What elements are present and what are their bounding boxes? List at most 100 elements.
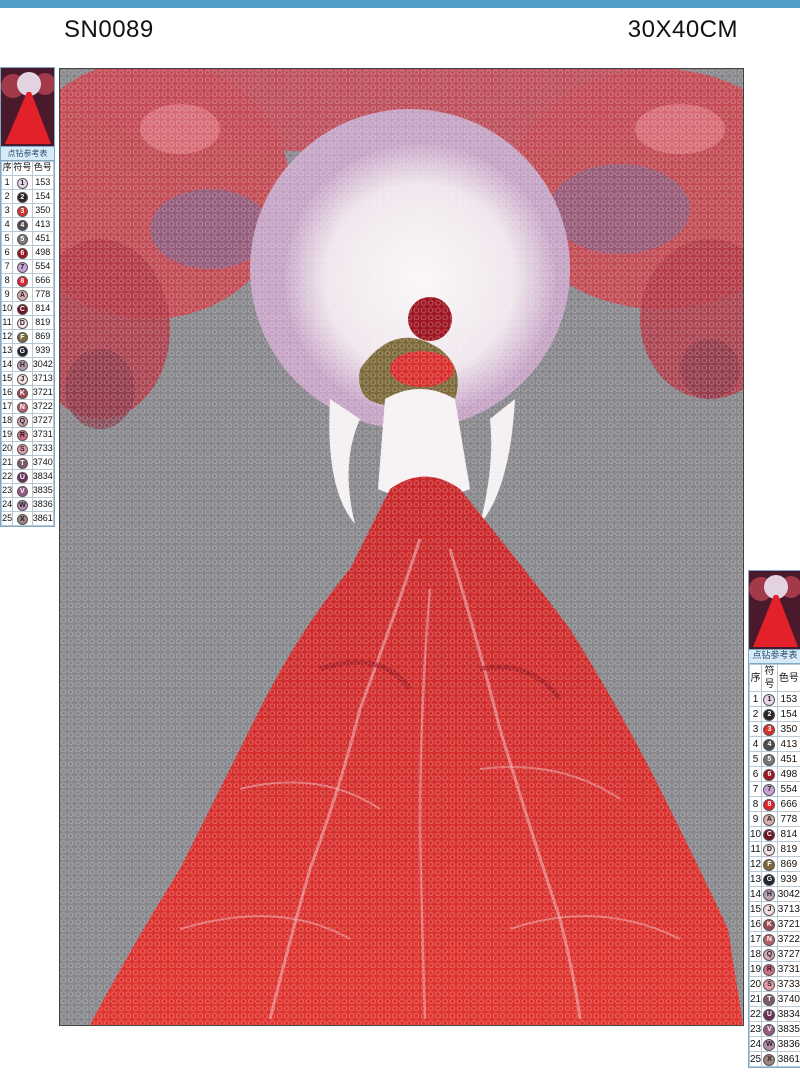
legend-rows: 1 1 153 2 2 154 3 3 350 4 4 413 5 5 451 6 6 498 7 7 554 8 8 666…: [0, 174, 55, 526]
legend-row-number: 24: [748, 1036, 763, 1052]
legend-symbol-cell: D: [12, 314, 33, 330]
legend-row-number: 2: [0, 188, 14, 204]
legend-symbol-cell: 8: [12, 272, 33, 288]
legend-color-code: 3740: [776, 991, 800, 1007]
legend-color-code: 3861: [776, 1051, 800, 1067]
legend-symbol-cell: F: [761, 856, 778, 872]
legend-row: 25 X 3861: [748, 1051, 800, 1067]
legend-row: 22 U 3834: [0, 468, 55, 484]
legend-symbol-cell: 8: [761, 796, 778, 812]
legend-color-code: 413: [31, 216, 55, 232]
legend-row-number: 9: [748, 811, 763, 827]
legend-row-number: 8: [748, 796, 763, 812]
legend-row: 23 V 3835: [0, 482, 55, 498]
legend-row-number: 15: [0, 370, 14, 386]
drill-symbol-badge: 7: [763, 784, 776, 796]
legend-symbol-cell: W: [12, 496, 33, 512]
legend-symbol-cell: R: [12, 426, 33, 442]
legend-row: 13 G 939: [0, 342, 55, 358]
drill-symbol-badge: W: [763, 1039, 776, 1051]
diamond-painting-pattern: [59, 68, 744, 1026]
legend-symbol-cell: Q: [12, 412, 33, 428]
legend-row-number: 24: [0, 496, 14, 512]
legend-row: 15 J 3713: [748, 901, 800, 917]
legend-row-number: 18: [0, 412, 14, 428]
drill-symbol-badge: 5: [763, 754, 776, 766]
legend-row-number: 3: [748, 721, 763, 737]
legend-symbol-cell: G: [761, 871, 778, 887]
legend-row: 1 1 153: [0, 174, 55, 190]
legend-row-number: 4: [748, 736, 763, 752]
legend-color-code: 3722: [776, 931, 800, 947]
legend-color-code: 869: [31, 328, 55, 344]
legend-row-number: 3: [0, 202, 14, 218]
legend-symbol-cell: S: [12, 440, 33, 456]
legend-color-code: 154: [776, 706, 800, 722]
drill-symbol-badge: T: [16, 457, 28, 469]
legend-symbol-cell: A: [12, 286, 33, 302]
legend-symbol-cell: 7: [761, 781, 778, 797]
legend-color-code: 3713: [776, 901, 800, 917]
legend-symbol-cell: H: [12, 356, 33, 372]
legend-row-number: 20: [748, 976, 763, 992]
drill-symbol-badge: 4: [763, 739, 776, 751]
legend-symbol-cell: 3: [761, 721, 778, 737]
legend-row-number: 14: [0, 356, 14, 372]
drill-symbol-badge: 5: [16, 233, 28, 245]
legend-color-code: 3834: [31, 468, 55, 484]
pattern-thumbnail: [749, 571, 800, 649]
drill-symbol-badge: K: [16, 387, 28, 399]
legend-row-number: 2: [748, 706, 763, 722]
drill-symbol-badge: 3: [763, 724, 776, 736]
color-legend-right: 点钻参考表 序 符号 色号 1 1 153 2 2 154 3 3 350 4 4 413 5 5 451 6…: [748, 570, 800, 1068]
legend-row-number: 7: [748, 781, 763, 797]
legend-row-number: 1: [0, 174, 14, 190]
legend-row: 14 H 3042: [0, 356, 55, 372]
legend-color-code: 3722: [31, 398, 55, 414]
legend-col-symbol: 符号: [761, 664, 778, 692]
legend-symbol-cell: 6: [12, 244, 33, 260]
legend-symbol-cell: U: [761, 1006, 778, 1022]
drill-symbol-badge: R: [763, 964, 776, 976]
drill-symbol-badge: S: [16, 443, 28, 455]
legend-row: 21 T 3740: [748, 991, 800, 1007]
legend-row: 4 4 413: [748, 736, 800, 752]
drill-symbol-badge: 8: [763, 799, 776, 811]
legend-row: 3 3 350: [0, 202, 55, 218]
legend-row: 8 8 666: [748, 796, 800, 812]
legend-row: 16 K 3721: [748, 916, 800, 932]
legend-color-code: 819: [776, 841, 800, 857]
legend-row: 14 H 3042: [748, 886, 800, 902]
legend-row: 7 7 554: [748, 781, 800, 797]
legend-symbol-cell: N: [761, 931, 778, 947]
legend-color-code: 3861: [31, 510, 55, 526]
drill-symbol-badge: C: [763, 829, 776, 841]
legend-row-number: 19: [748, 961, 763, 977]
drill-symbol-badge: Q: [16, 415, 28, 427]
legend-row-number: 8: [0, 272, 14, 288]
legend-symbol-cell: 5: [12, 230, 33, 246]
legend-symbol-cell: 5: [761, 751, 778, 767]
legend-row-number: 13: [0, 342, 14, 358]
legend-color-code: 778: [776, 811, 800, 827]
legend-symbol-cell: V: [12, 482, 33, 498]
color-legend-left: 点钻参考表 序 符号 色号 1 1 153 2 2 154 3 3 350 4 4 413 5 5 451 6…: [0, 67, 55, 527]
drill-symbol-badge: H: [16, 359, 28, 371]
legend-table: 序 符号 色号 1 1 153 2 2 154 3 3 350 4 4 413 5 5 451 6 6 498 7 7…: [0, 161, 55, 526]
legend-symbol-cell: A: [761, 811, 778, 827]
legend-symbol-cell: 3: [12, 202, 33, 218]
legend-row: 8 8 666: [0, 272, 55, 288]
legend-title: 点钻参考表: [749, 649, 800, 664]
legend-row: 2 2 154: [0, 188, 55, 204]
legend-col-code: 色号: [776, 664, 800, 692]
legend-row: 12 F 869: [748, 856, 800, 872]
legend-color-code: 3721: [776, 916, 800, 932]
legend-symbol-cell: J: [12, 370, 33, 386]
legend-symbol-cell: 7: [12, 258, 33, 274]
drill-symbol-badge: G: [763, 874, 776, 886]
legend-row: 11 D 819: [748, 841, 800, 857]
legend-color-code: 3740: [31, 454, 55, 470]
legend-symbol-cell: C: [12, 300, 33, 316]
legend-symbol-cell: C: [761, 826, 778, 842]
legend-row-number: 10: [0, 300, 14, 316]
